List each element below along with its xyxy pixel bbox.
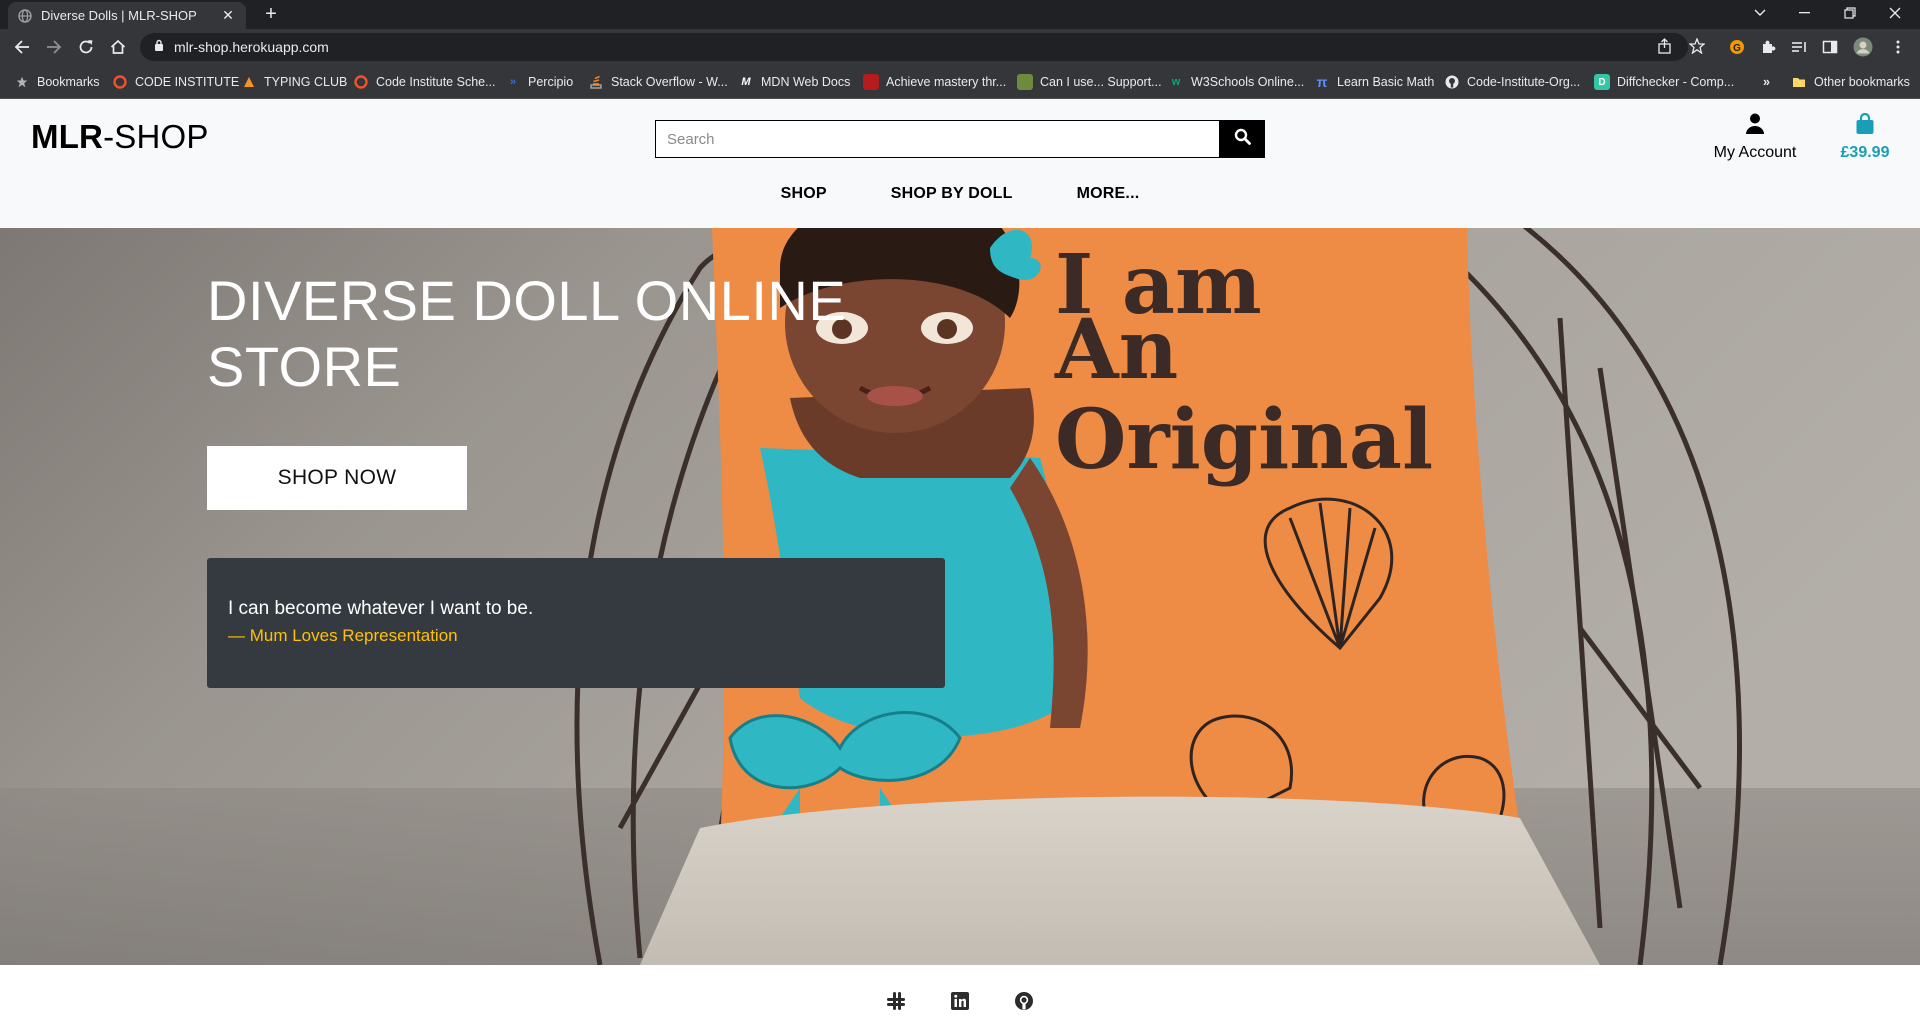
home-icon[interactable]: [104, 33, 132, 61]
reload-icon[interactable]: [72, 33, 100, 61]
search-input[interactable]: [655, 120, 1220, 158]
tab-title: Diverse Dolls | MLR-SHOP: [41, 8, 197, 23]
mdn-icon: M: [741, 76, 751, 88]
extensions-puzzle-icon[interactable]: [1757, 36, 1779, 58]
url-text: mlr-shop.herokuapp.com: [174, 39, 329, 55]
browser-menu-icon[interactable]: [1887, 36, 1909, 58]
browser-tab-active[interactable]: Diverse Dolls | MLR-SHOP ✕: [8, 2, 246, 29]
diffchecker-icon: D: [1594, 74, 1610, 90]
my-account-label: My Account: [1713, 144, 1797, 161]
main-nav: SHOP SHOP BY DOLL MORE...: [0, 185, 1920, 203]
slack-icon[interactable]: [882, 987, 910, 1015]
quote-text: I can become whatever I want to be.: [228, 598, 534, 619]
code-institute-icon: [353, 74, 369, 90]
hero-title: DIVERSE DOLL ONLINE STORE: [207, 269, 847, 398]
globe-icon: [18, 8, 32, 23]
github-icon: [1444, 74, 1460, 90]
search-button[interactable]: [1220, 120, 1265, 158]
shop-now-button[interactable]: SHOP NOW: [207, 446, 467, 510]
lock-icon: [154, 38, 164, 56]
bookmarks-bar: Bookmarks CODE INSTITUTE TYPING CLUB Cod…: [0, 65, 1920, 99]
bookmark-item[interactable]: Can I use... Support...: [1017, 65, 1162, 99]
new-tab-button[interactable]: +: [260, 3, 282, 25]
w3schools-icon: w: [1171, 76, 1181, 88]
search-icon: [1234, 128, 1251, 150]
code-institute-icon: [112, 74, 128, 90]
basket-total: £39.99: [1840, 144, 1890, 161]
footer: [0, 965, 1920, 1024]
folder-icon: [1791, 74, 1807, 90]
side-panel-icon[interactable]: [1819, 36, 1841, 58]
user-icon: [1745, 113, 1765, 139]
linkedin-icon[interactable]: [946, 987, 974, 1015]
bookmark-item[interactable]: Code Institute Sche...: [353, 65, 496, 99]
nav-shop[interactable]: SHOP: [749, 185, 859, 203]
bookmark-star-icon[interactable]: [1686, 35, 1708, 57]
star-icon: [14, 74, 30, 90]
bookmark-item[interactable]: w W3Schools Online...: [1168, 65, 1305, 99]
bookmark-item[interactable]: M MDN Web Docs: [738, 65, 850, 99]
forward-arrow-icon[interactable]: [40, 33, 68, 61]
site-header: MLR-SHOP My Account £39.99 SHOP SHOP BY …: [0, 99, 1920, 228]
nav-more[interactable]: MORE...: [1045, 185, 1172, 203]
github-icon[interactable]: [1010, 987, 1038, 1015]
pi-icon: π: [1316, 74, 1328, 90]
bookmark-item[interactable]: π Learn Basic Math: [1314, 65, 1435, 99]
stack-overflow-icon: [588, 74, 604, 90]
typing-club-icon: [241, 74, 257, 90]
bookmark-item[interactable]: » Percipio: [505, 65, 573, 99]
bookmark-item[interactable]: Bookmarks: [14, 65, 100, 99]
browser-toolbar: mlr-shop.herokuapp.com G: [0, 29, 1920, 65]
basket-link[interactable]: £39.99: [1830, 112, 1900, 162]
quote-box: I can become whatever I want to be. — Mu…: [207, 558, 945, 688]
search-form: [655, 120, 1265, 158]
profile-avatar-icon[interactable]: [1852, 36, 1874, 58]
restore-icon[interactable]: [1832, 0, 1868, 26]
caniuse-icon: [1017, 74, 1033, 90]
bookmark-red-icon: [863, 74, 879, 90]
nav-shop-by-doll[interactable]: SHOP BY DOLL: [859, 185, 1045, 203]
address-bar[interactable]: mlr-shop.herokuapp.com: [140, 33, 1688, 61]
bookmark-item[interactable]: Stack Overflow - W...: [588, 65, 728, 99]
other-bookmarks[interactable]: Other bookmarks: [1791, 65, 1910, 99]
minimize-icon[interactable]: [1787, 0, 1823, 26]
tab-close-icon[interactable]: ✕: [220, 7, 236, 24]
bookmarks-overflow-button[interactable]: »: [1763, 65, 1770, 99]
svg-text:Original: Original: [1055, 392, 1433, 488]
percipio-icon: »: [509, 76, 517, 88]
bookmark-item[interactable]: TYPING CLUB: [241, 65, 347, 99]
shopping-bag-icon: [1855, 112, 1875, 139]
svg-text:An: An: [1054, 302, 1178, 398]
bookmark-item[interactable]: Code-Institute-Org...: [1444, 65, 1580, 99]
my-account-link[interactable]: My Account: [1700, 113, 1810, 162]
back-arrow-icon[interactable]: [8, 33, 36, 61]
bookmark-item[interactable]: CODE INSTITUTE: [112, 65, 239, 99]
reading-list-icon[interactable]: [1788, 36, 1810, 58]
close-window-icon[interactable]: [1877, 0, 1913, 26]
share-icon[interactable]: [1654, 35, 1676, 57]
browser-tab-bar: Diverse Dolls | MLR-SHOP ✕ +: [0, 0, 1920, 29]
brand-logo[interactable]: MLR-SHOP: [31, 118, 209, 156]
tab-search-icon[interactable]: [1742, 0, 1778, 26]
quote-citation: — Mum Loves Representation: [228, 626, 458, 645]
hero-section: I am An Original DIVERSE DOLL ONLINE STO…: [0, 228, 1920, 965]
extension-orange-icon[interactable]: G: [1726, 36, 1748, 58]
bookmark-item[interactable]: Achieve mastery thr...: [863, 65, 1006, 99]
svg-text:G: G: [1733, 43, 1741, 54]
bookmark-item[interactable]: D Diffchecker - Comp...: [1594, 65, 1734, 99]
